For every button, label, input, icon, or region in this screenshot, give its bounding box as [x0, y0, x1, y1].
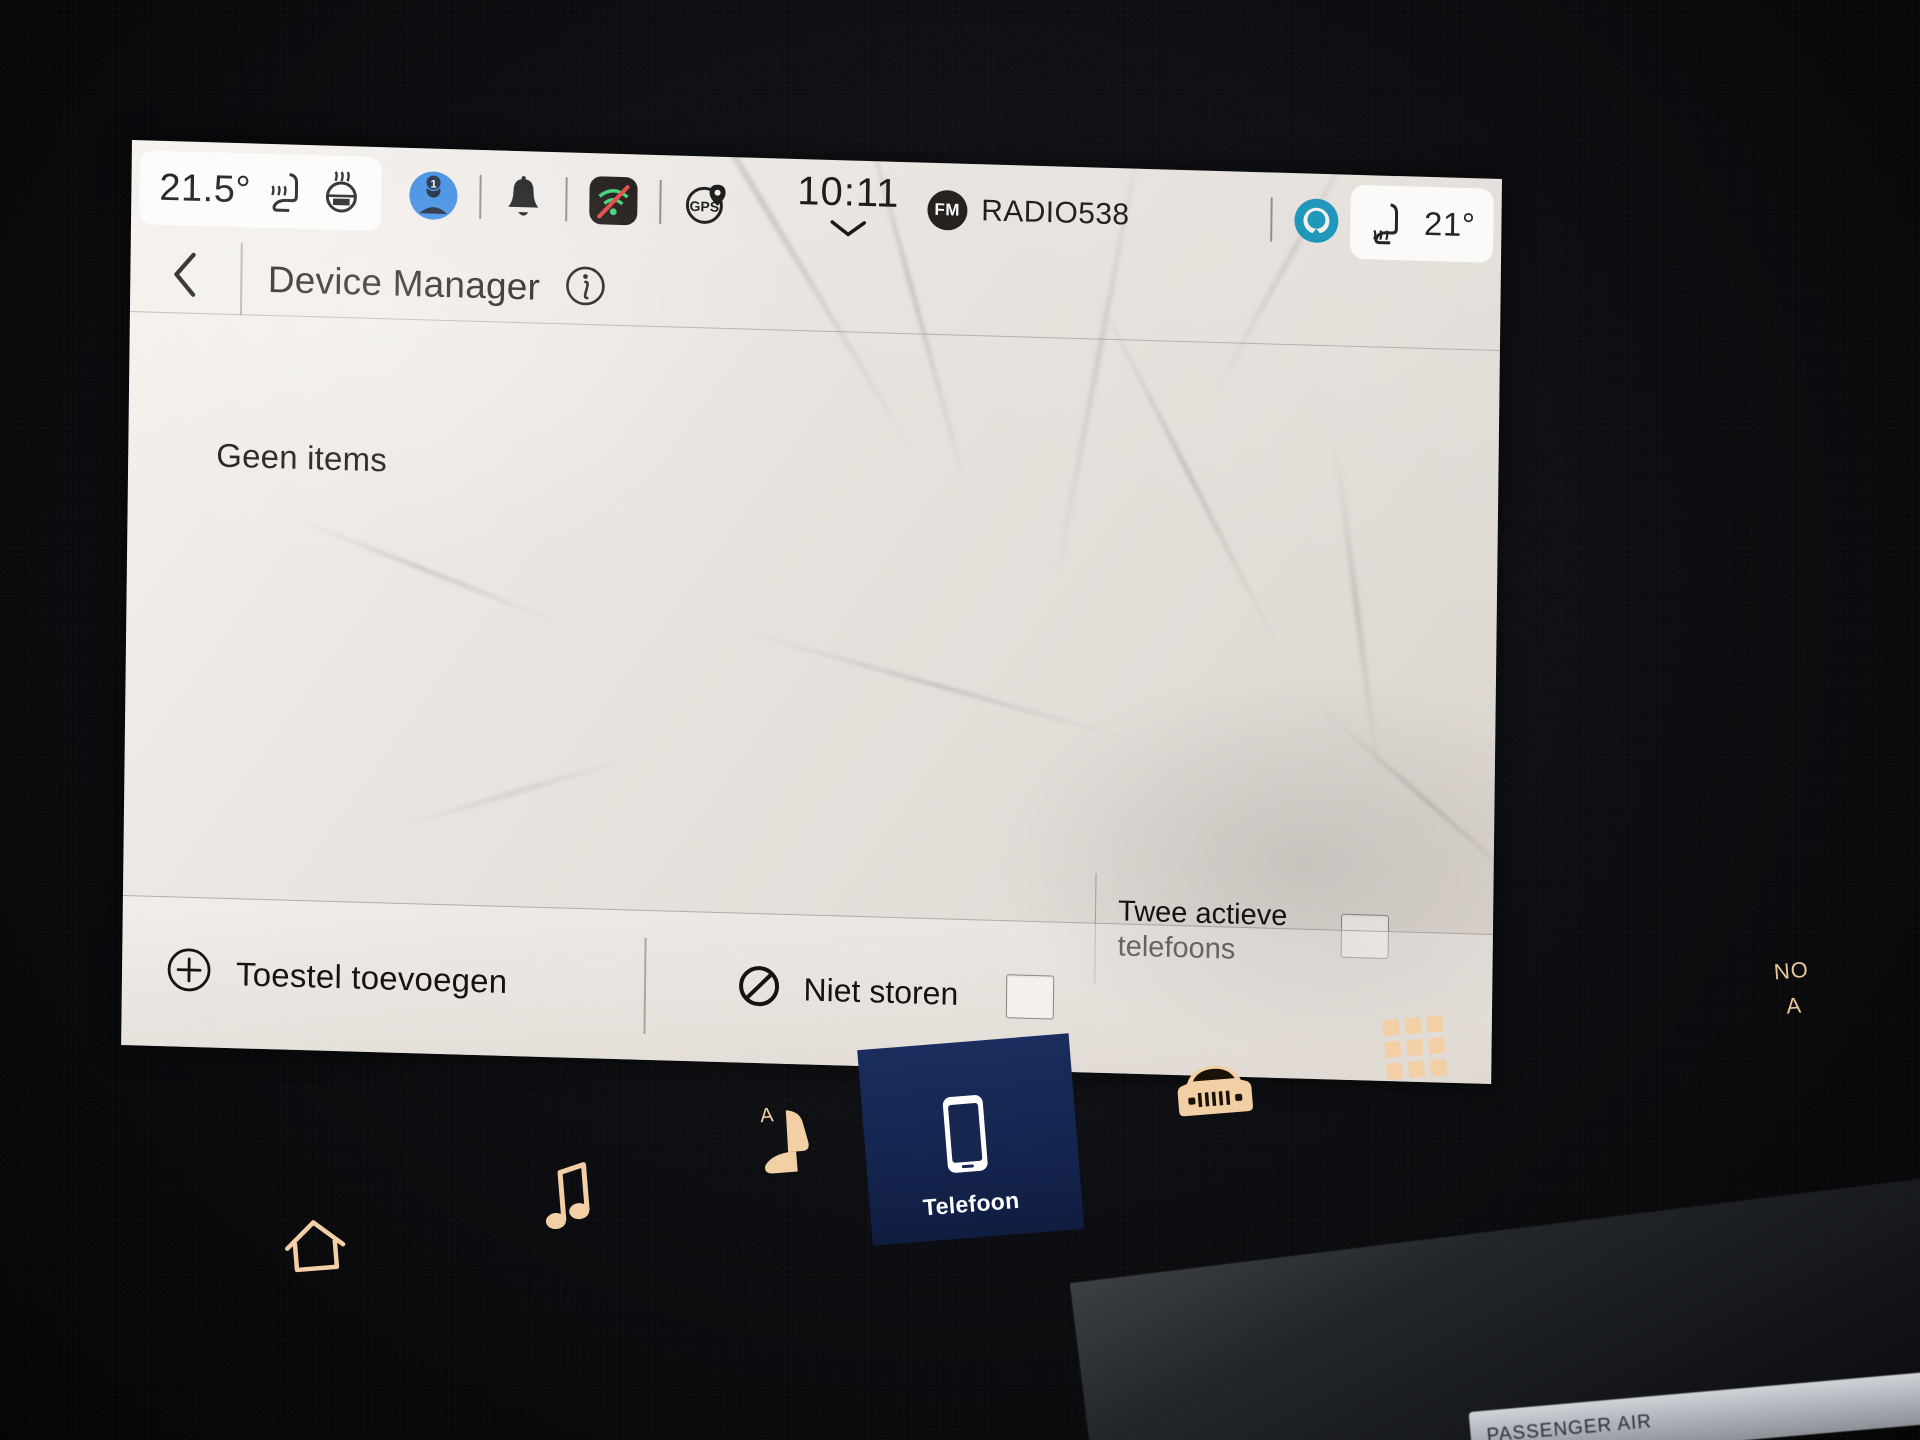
assistant-icon[interactable]	[1292, 196, 1341, 245]
passenger-heated-seat-icon[interactable]	[1368, 199, 1407, 246]
phone-icon	[934, 1090, 997, 1183]
chevron-down-icon[interactable]	[826, 217, 870, 243]
photo-scene: PASSENGER AIR 21.5° 1 GPS 10:11 FM RADIO…	[0, 0, 1920, 1440]
sidebar-item-home[interactable]	[279, 1212, 353, 1294]
status-divider-1	[478, 174, 482, 219]
driver-climate-pill[interactable]: 21.5°	[138, 150, 382, 232]
vehicle-icon	[1169, 1050, 1261, 1130]
status-divider-3	[658, 180, 662, 225]
corner-label: NO A	[1772, 952, 1813, 1025]
apps-grid-icon	[1376, 1009, 1454, 1092]
wifi-off-icon[interactable]	[587, 174, 640, 227]
passenger-climate-pill[interactable]: 21°	[1349, 184, 1494, 263]
add-device-label: Toestel toevoegen	[235, 954, 508, 1000]
radio-station-name[interactable]: RADIO538	[981, 194, 1130, 232]
music-note-icon	[535, 1160, 603, 1242]
user-profile-icon[interactable]: 1	[407, 169, 460, 222]
add-device-button[interactable]: Toestel toevoegen	[122, 943, 623, 1012]
status-icons-group: 1 GPS 10:11 FM RADIO538	[381, 159, 1251, 255]
passenger-temperature: 21°	[1423, 204, 1476, 244]
status-divider-2	[564, 177, 568, 222]
info-button[interactable]	[564, 264, 607, 312]
seat-climate-icon: A	[751, 1099, 837, 1184]
empty-list-message: Geen items	[216, 436, 388, 479]
svg-text:A: A	[759, 1104, 775, 1127]
driver-temperature: 21.5°	[159, 166, 252, 211]
notification-bell-icon[interactable]	[501, 174, 546, 223]
sidebar-item-climate[interactable]: A	[751, 1099, 838, 1194]
do-not-disturb-option[interactable]: Niet storen	[735, 962, 1055, 1022]
sidebar-item-apps[interactable]	[1376, 1009, 1455, 1101]
corner-label-line1: NO	[1772, 956, 1810, 985]
back-button[interactable]	[130, 248, 241, 306]
header-separator	[239, 242, 243, 315]
sidebar-item-vehicle[interactable]	[1169, 1050, 1261, 1140]
clock-group[interactable]: 10:11	[797, 168, 900, 244]
chevron-left-icon	[168, 249, 203, 305]
heated-steering-wheel-icon[interactable]	[319, 169, 364, 216]
clock-time: 10:11	[797, 168, 900, 216]
radio-band-chip: FM	[926, 189, 968, 231]
info-icon	[564, 264, 607, 312]
do-not-disturb-label: Niet storen	[803, 971, 959, 1012]
do-not-disturb-icon	[735, 962, 782, 1014]
status-divider-4	[1269, 197, 1273, 242]
plus-circle-icon	[164, 944, 215, 1000]
sidebar-item-media[interactable]	[535, 1160, 604, 1252]
infotainment-screen: 21.5° 1 GPS 10:11 FM RADIO538 21° Device…	[121, 140, 1502, 1085]
page-title: Device Manager	[267, 258, 541, 308]
svg-text:1: 1	[430, 179, 436, 191]
device-list-area: Geen items	[123, 312, 1500, 911]
bottom-bar-separator	[643, 937, 647, 1034]
heated-seat-icon[interactable]	[265, 168, 306, 215]
do-not-disturb-checkbox[interactable]	[1006, 973, 1055, 1020]
sidebar-item-phone[interactable]: Telefoon	[914, 1088, 1020, 1221]
gps-icon[interactable]: GPS	[681, 178, 734, 229]
home-icon	[279, 1212, 352, 1284]
corner-label-line2: A	[1785, 992, 1803, 1019]
